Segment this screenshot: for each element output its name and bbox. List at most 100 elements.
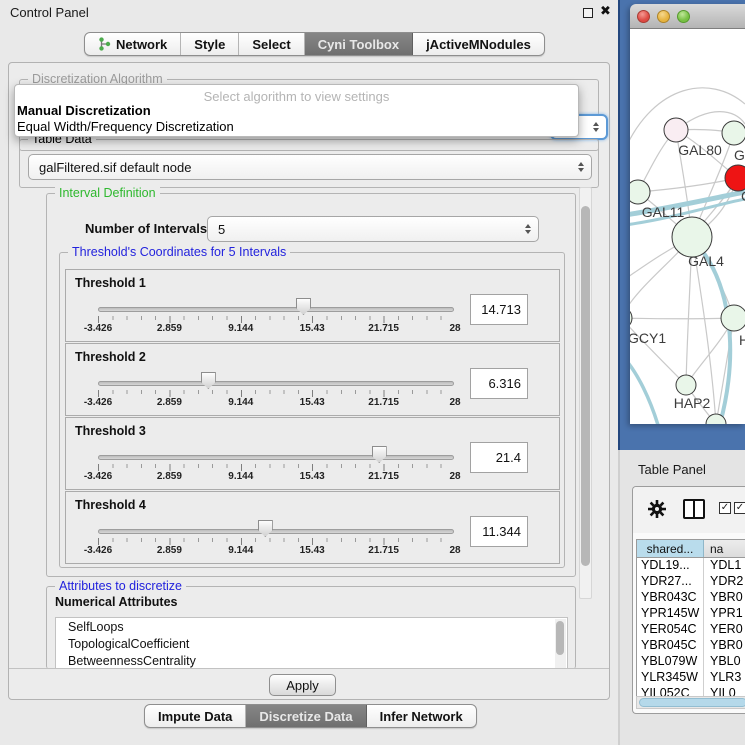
zoom-traffic-light-icon[interactable] xyxy=(677,10,690,23)
tick-label: 2.859 xyxy=(157,471,182,482)
tab-label: Select xyxy=(252,37,290,52)
node-label: GAL80 xyxy=(678,142,722,158)
network-node[interactable] xyxy=(722,121,745,145)
checkbox-icon[interactable]: ✓ xyxy=(734,502,745,514)
network-node[interactable] xyxy=(630,307,632,329)
threshold-value-field[interactable]: 14.713 xyxy=(470,294,528,325)
bottom-tab-bar: Impute DataDiscretize DataInfer Network xyxy=(144,704,477,728)
threshold-slider-track[interactable] xyxy=(98,455,454,460)
close-traffic-light-icon[interactable] xyxy=(637,10,650,23)
tab-cyni-toolbox[interactable]: Cyni Toolbox xyxy=(305,33,413,55)
tab-discretize-data[interactable]: Discretize Data xyxy=(246,705,366,727)
network-node[interactable] xyxy=(676,375,696,395)
table-row[interactable]: YDL19...YDL1 xyxy=(637,558,745,574)
threshold-value-field[interactable]: 21.4 xyxy=(470,442,528,473)
column-layout-icon[interactable] xyxy=(683,499,705,519)
tick-label: 15.43 xyxy=(300,471,325,482)
tick-label: -3.426 xyxy=(84,397,112,408)
threshold-label: Threshold 3 xyxy=(75,424,146,438)
column-header-shared[interactable]: shared... xyxy=(637,540,704,557)
tick-label: 15.43 xyxy=(300,397,325,408)
menu-item-manual-discretization[interactable]: Manual Discretization xyxy=(17,103,151,118)
number-of-intervals-combobox[interactable]: 5 xyxy=(207,216,539,242)
cell-shared-name: YDL19... xyxy=(637,558,704,574)
cyni-toolbox-content: Discretization Algorithm Select algorith… xyxy=(8,62,610,700)
tick-label: 9.144 xyxy=(228,545,253,556)
cell-name: YIL0 xyxy=(704,686,745,696)
cell-shared-name: YIL052C xyxy=(637,686,704,696)
table-row[interactable]: YLR345WYLR3 xyxy=(637,670,745,686)
numerical-attributes-label: Numerical Attributes xyxy=(55,595,177,609)
tick-label: 21.715 xyxy=(368,397,399,408)
threshold-slider-track[interactable] xyxy=(98,381,454,386)
tab-label: jActiveMNodules xyxy=(426,37,531,52)
tab-select[interactable]: Select xyxy=(239,33,304,55)
tab-style[interactable]: Style xyxy=(181,33,239,55)
cell-name: YBL0 xyxy=(704,654,745,670)
apply-button[interactable]: Apply xyxy=(269,674,336,696)
scrollbar-thumb[interactable] xyxy=(639,698,745,707)
slider-tick-marks xyxy=(98,316,455,323)
network-node[interactable] xyxy=(630,180,650,204)
attributes-scrollbar[interactable] xyxy=(555,619,566,669)
threshold-slider-track[interactable] xyxy=(98,307,454,312)
tab-infer-network[interactable]: Infer Network xyxy=(367,705,476,727)
table-row[interactable]: YPR145WYPR1 xyxy=(637,606,745,622)
main-scrollbar[interactable] xyxy=(579,187,592,599)
threshold-slider-handle[interactable] xyxy=(258,520,273,537)
attribute-list-item[interactable]: BetweennessCentrality xyxy=(56,652,567,669)
attribute-list-item[interactable]: SelfLoops xyxy=(56,618,567,635)
threshold-label: Threshold 1 xyxy=(75,276,146,290)
close-icon[interactable]: ✖ xyxy=(600,4,611,19)
table-data-combobox[interactable]: galFiltered.sif default node xyxy=(28,154,592,180)
scrollbar-thumb[interactable] xyxy=(556,621,564,655)
network-edge-thick[interactable] xyxy=(630,359,658,424)
attributes-group: Attributes to discretize Numerical Attri… xyxy=(46,586,576,669)
network-node[interactable] xyxy=(664,118,688,142)
threshold-label: Threshold 2 xyxy=(75,350,146,364)
network-edge[interactable] xyxy=(638,178,738,192)
tab-network[interactable]: Network xyxy=(85,33,181,55)
table-row[interactable]: YBR043CYBR0 xyxy=(637,590,745,606)
node-label: GA xyxy=(734,147,745,163)
tab-impute-data[interactable]: Impute Data xyxy=(145,705,246,727)
tick-label: 28 xyxy=(449,545,460,556)
apply-bar: Apply xyxy=(9,668,609,699)
table-horizontal-scrollbar[interactable] xyxy=(636,696,745,709)
network-node[interactable] xyxy=(672,217,712,257)
table-panel-body: ✓ ✓ shared... na YDL19...YDL1YDR27...YDR… xyxy=(632,486,745,714)
menu-item-equal-width-frequency[interactable]: Equal Width/Frequency Discretization xyxy=(17,119,234,134)
column-header-name[interactable]: na xyxy=(704,540,745,557)
algorithm-dropdown-popup: Select algorithm to view settings Manual… xyxy=(14,84,579,137)
tab-jactivemnodules[interactable]: jActiveMNodules xyxy=(413,33,544,55)
float-window-icon[interactable] xyxy=(583,8,593,18)
table-row[interactable]: YBL079WYBL0 xyxy=(637,654,745,670)
threshold-value-field[interactable]: 6.316 xyxy=(470,368,528,399)
threshold-slider-track[interactable] xyxy=(98,529,454,534)
network-canvas[interactable]: GAL80GACGAL11GAL4GCY1HHAP2 xyxy=(630,29,745,424)
numerical-attributes-list[interactable]: SelfLoopsTopologicalCoefficientBetweenne… xyxy=(55,617,568,669)
cell-name: YBR0 xyxy=(704,590,745,606)
table-row[interactable]: YIL052CYIL0 xyxy=(637,686,745,696)
threshold-slider-handle[interactable] xyxy=(372,446,387,463)
network-window-titlebar[interactable] xyxy=(630,4,745,29)
threshold-slider-handle[interactable] xyxy=(201,372,216,389)
scrollbar-thumb[interactable] xyxy=(581,206,590,566)
tick-label: 2.859 xyxy=(157,397,182,408)
table-row[interactable]: YDR27...YDR2 xyxy=(637,574,745,590)
table-row[interactable]: YER054CYER0 xyxy=(637,622,745,638)
tick-label: 9.144 xyxy=(228,397,253,408)
attribute-list-item[interactable]: TopologicalCoefficient xyxy=(56,635,567,652)
checkbox-icon[interactable]: ✓ xyxy=(719,502,731,514)
threshold-slider-handle[interactable] xyxy=(296,298,311,315)
tick-label: -3.426 xyxy=(84,323,112,334)
slider-tick-labels: -3.4262.8599.14415.4321.71528 xyxy=(98,323,455,335)
table-row[interactable]: YBR045CYBR0 xyxy=(637,638,745,654)
gear-icon[interactable] xyxy=(647,499,667,519)
minimize-traffic-light-icon[interactable] xyxy=(657,10,670,23)
network-node[interactable] xyxy=(721,305,745,331)
threshold-value-field[interactable]: 11.344 xyxy=(470,516,528,547)
interval-definition-group-title: Interval Definition xyxy=(55,186,160,200)
network-edge[interactable] xyxy=(630,318,734,319)
table-toolbar: ✓ ✓ xyxy=(633,487,745,533)
